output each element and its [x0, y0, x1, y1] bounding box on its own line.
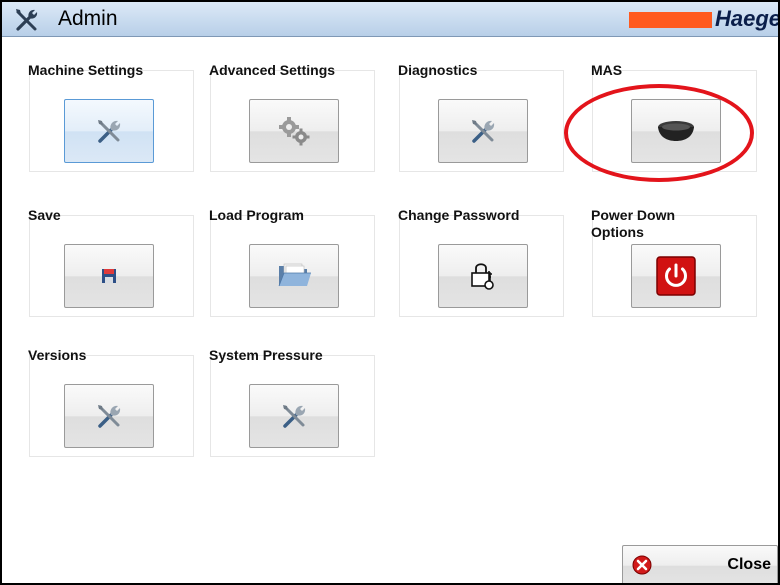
tile-versions: Versions — [28, 347, 194, 457]
power-icon — [656, 256, 696, 296]
tools-icon — [283, 405, 306, 428]
versions-button[interactable] — [64, 384, 154, 448]
diagnostics-button[interactable] — [438, 99, 528, 163]
advanced-settings-button[interactable] — [249, 99, 339, 163]
tile-system-pressure: System Pressure — [209, 347, 375, 457]
tile-power-down-options: Power Down Options — [591, 207, 757, 317]
power-down-button[interactable] — [631, 244, 721, 308]
tile-label: Change Password — [398, 207, 520, 223]
tile-label: Power Down Options — [591, 207, 676, 240]
title-bar: Admin Haeger — [2, 2, 778, 37]
save-button[interactable] — [64, 244, 154, 308]
tile-mas: MAS — [591, 62, 757, 172]
close-icon — [632, 555, 652, 575]
tile-advanced-settings: Advanced Settings — [209, 62, 375, 172]
load-program-button[interactable] — [249, 244, 339, 308]
tile-label: Save — [28, 207, 61, 223]
tile-label: Advanced Settings — [209, 62, 336, 78]
gears-icon — [279, 117, 310, 146]
system-pressure-button[interactable] — [249, 384, 339, 448]
tile-change-password: Change Password — [398, 207, 564, 317]
tools-icon — [16, 9, 38, 31]
brand-logo: Haeger — [715, 6, 780, 31]
tools-icon — [98, 120, 121, 143]
change-password-button[interactable] — [438, 244, 528, 308]
tile-load-program: Load Program — [209, 207, 375, 317]
tile-diagnostics: Diagnostics — [398, 62, 564, 172]
tools-icon — [98, 405, 121, 428]
tile-save: Save — [28, 207, 194, 317]
floppy-disk-icon — [102, 269, 116, 283]
tile-label: Versions — [28, 347, 87, 363]
close-button[interactable]: Close — [622, 545, 778, 583]
mas-button[interactable] — [631, 99, 721, 163]
folder-open-icon — [278, 263, 311, 287]
tile-label: Diagnostics — [398, 62, 478, 78]
tile-machine-settings: Machine Settings — [28, 62, 194, 172]
tile-label: MAS — [591, 62, 623, 78]
tools-icon — [472, 120, 495, 143]
tile-label: Machine Settings — [28, 62, 144, 78]
window-title: Admin — [58, 7, 118, 30]
machine-settings-button[interactable] — [64, 99, 154, 163]
admin-window: Admin Haeger Machine Settings Advanced S… — [0, 0, 780, 585]
tile-label: Load Program — [209, 207, 304, 223]
close-button-label: Close — [727, 556, 771, 573]
lock-key-icon — [471, 263, 494, 290]
brand-accent-bar — [629, 12, 712, 28]
tile-label: System Pressure — [209, 347, 323, 363]
mas-puck-icon — [658, 121, 694, 141]
